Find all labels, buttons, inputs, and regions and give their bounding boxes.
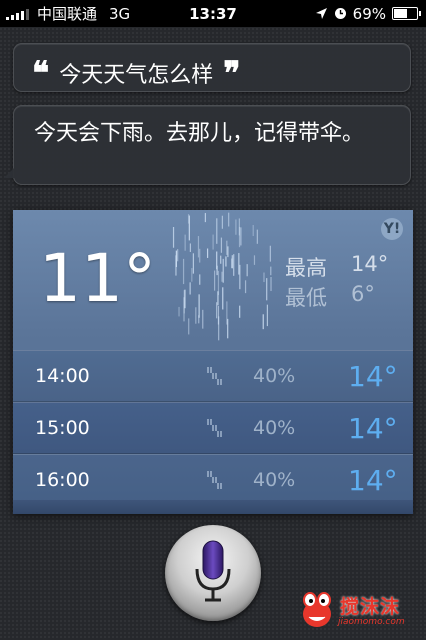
- mascot-icon: [303, 592, 331, 627]
- signal-strength-icon: [6, 8, 29, 20]
- low-temperature: 最低 6°: [285, 282, 375, 312]
- hour-temperature: 14°: [348, 463, 398, 497]
- card-bottom-edge: [13, 500, 413, 514]
- weather-card[interactable]: 11° Y! 最高 14° 最低 6° 14:00 40% 14° 15:00 …: [13, 210, 413, 514]
- hour-time: 15:00: [35, 417, 90, 439]
- answer-text: 今天会下雨。去那儿，记得带伞。: [34, 121, 365, 146]
- high-label: 最高: [285, 256, 327, 280]
- microphone-icon: [195, 540, 231, 602]
- hour-temperature: 14°: [348, 411, 398, 445]
- rain-drops-icon: [207, 419, 222, 437]
- hourly-row: 16:00 40% 14°: [13, 454, 413, 506]
- low-value: 6°: [351, 282, 375, 306]
- hour-temperature: 14°: [348, 359, 398, 393]
- rain-animation-icon: [172, 212, 272, 341]
- location-arrow-icon: [315, 8, 327, 19]
- watermark-url: jiaomomo.com: [338, 617, 405, 627]
- open-quote-icon: ❝: [32, 53, 50, 92]
- query-text: 今天天气怎么样: [59, 62, 214, 88]
- precip-chance: 40%: [253, 469, 296, 491]
- rain-drops-icon: [207, 471, 222, 489]
- watermark-logo: 搅沫沫 jiaomomo.com: [298, 590, 420, 634]
- low-label: 最低: [285, 286, 327, 310]
- siri-answer-bubble: 今天会下雨。去那儿，记得带伞。: [4, 105, 411, 185]
- hour-time: 14:00: [35, 365, 90, 387]
- siri-mic-button[interactable]: [165, 525, 261, 621]
- watermark-brand: 搅沫沫: [340, 596, 401, 618]
- carrier-name: 中国联通: [37, 5, 98, 23]
- hourly-forecast-list: 14:00 40% 14° 15:00 40% 14° 16:00 40% 14…: [13, 350, 413, 506]
- hourly-row: 14:00 40% 14°: [13, 350, 413, 402]
- hourly-row: 15:00 40% 14°: [13, 402, 413, 454]
- battery-percent: 69%: [352, 4, 386, 23]
- network-type: 3G: [109, 4, 131, 23]
- rain-drops-icon: [207, 367, 222, 385]
- high-value: 14°: [351, 252, 389, 276]
- user-query-bubble[interactable]: ❝ 今天天气怎么样 ❞: [13, 43, 411, 92]
- yahoo-logo-icon[interactable]: Y!: [381, 218, 403, 240]
- close-quote-icon: ❞: [223, 53, 241, 92]
- status-bar: 中国联通 3G 13:37 69%: [0, 0, 426, 27]
- current-temperature: 11°: [39, 240, 156, 317]
- alarm-clock-icon: [334, 8, 346, 19]
- battery-icon: [392, 7, 421, 20]
- high-temperature: 最高 14°: [285, 252, 388, 282]
- hour-time: 16:00: [35, 469, 90, 491]
- precip-chance: 40%: [253, 365, 296, 387]
- precip-chance: 40%: [253, 417, 296, 439]
